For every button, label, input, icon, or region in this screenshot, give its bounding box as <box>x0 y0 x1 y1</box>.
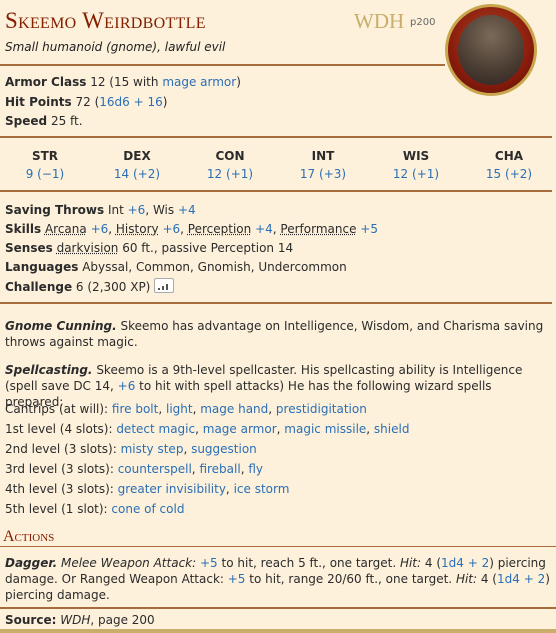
portrait-face <box>458 15 524 85</box>
skill-roll[interactable]: +6 <box>162 222 180 236</box>
mage-armor-link[interactable]: mage armor <box>162 75 236 89</box>
skill-roll[interactable]: +6 <box>91 222 109 236</box>
attack-roll[interactable]: +5 <box>228 572 246 586</box>
spell-link[interactable]: light <box>166 402 193 416</box>
creature-portrait[interactable] <box>445 4 537 96</box>
ability-scores: STR 9 (−1) DEX 14 (+2) CON 12 (+1) INT 17 (+… <box>0 149 556 183</box>
skill-name[interactable]: Performance <box>280 222 356 236</box>
spell-link[interactable]: mage hand <box>200 402 268 416</box>
divider <box>0 607 556 609</box>
languages-row: Languages Abyssal, Common, Gnomish, Unde… <box>5 260 347 274</box>
spell-link[interactable]: mage armor <box>203 422 277 436</box>
spell-link[interactable]: magic missile <box>284 422 366 436</box>
darkvision-term[interactable]: darkvision <box>57 241 119 255</box>
spell-level-row: Cantrips (at will): fire bolt, light, ma… <box>5 402 367 416</box>
spell-level-row: 4th level (3 slots): greater invisibilit… <box>5 482 290 496</box>
divider <box>0 302 552 304</box>
spell-level-row: 3rd level (3 slots): counterspell, fireb… <box>5 462 263 476</box>
spell-level-row: 5th level (1 slot): cone of cold <box>5 502 185 516</box>
skill-roll[interactable]: +4 <box>255 222 273 236</box>
creature-type: Small humanoid (gnome), lawful evil <box>5 40 226 54</box>
bar-chart-icon[interactable] <box>154 278 175 293</box>
ability-con: CON 12 (+1) <box>195 149 265 181</box>
spell-link[interactable]: counterspell <box>118 462 192 476</box>
armor-class-row: Armor Class 12 (15 with mage armor) <box>5 75 241 89</box>
gnome-cunning-trait: Gnome Cunning. Skeemo has advantage on I… <box>5 319 544 349</box>
int-save-roll[interactable]: +6 <box>128 203 146 217</box>
hit-points-row: Hit Points 72 (16d6 + 16) <box>5 95 168 109</box>
source-row: Source: WDH, page 200 <box>5 613 155 627</box>
damage-roll[interactable]: 1d4 + 2 <box>497 572 545 586</box>
spell-link[interactable]: fire bolt <box>112 402 158 416</box>
skill-name[interactable]: Arcana <box>45 222 87 236</box>
spell-link[interactable]: prestidigitation <box>276 402 367 416</box>
wis-save-roll[interactable]: +4 <box>178 203 196 217</box>
ability-str: STR 9 (−1) <box>10 149 80 181</box>
hit-dice-roll[interactable]: 16d6 + 16 <box>99 95 162 109</box>
spell-link[interactable]: fireball <box>199 462 240 476</box>
ability-roll[interactable]: 9 (−1) <box>10 167 80 181</box>
spell-level-row: 2nd level (3 slots): misty step, suggest… <box>5 442 257 456</box>
ability-roll[interactable]: 17 (+3) <box>288 167 358 181</box>
spell-link[interactable]: suggestion <box>191 442 257 456</box>
divider <box>0 546 556 547</box>
ability-dex: DEX 14 (+2) <box>102 149 172 181</box>
speed-row: Speed 25 ft. <box>5 114 83 128</box>
skills-row: Skills Arcana +6, History +6, Perception… <box>5 222 378 236</box>
ability-roll[interactable]: 12 (+1) <box>195 167 265 181</box>
source-abbreviation[interactable]: WDH <box>354 9 404 34</box>
senses-row: Senses darkvision 60 ft., passive Percep… <box>5 241 294 255</box>
challenge-row: Challenge 6 (2,300 XP) <box>5 278 175 295</box>
spell-attack-roll[interactable]: +6 <box>118 379 136 393</box>
skill-roll[interactable]: +5 <box>360 222 378 236</box>
skill-name[interactable]: Perception <box>188 222 251 236</box>
spell-link[interactable]: cone of cold <box>111 502 184 516</box>
spell-link[interactable]: fly <box>248 462 263 476</box>
ability-wis: WIS 12 (+1) <box>381 149 451 181</box>
ability-roll[interactable]: 15 (+2) <box>474 167 544 181</box>
statblock-card: Skeemo Weirdbottle WDH p200 Small humano… <box>0 0 556 633</box>
divider <box>0 136 552 138</box>
spell-link[interactable]: ice storm <box>234 482 290 496</box>
skill-name[interactable]: History <box>116 222 159 236</box>
saving-throws-row: Saving Throws Int +6, Wis +4 <box>5 203 196 217</box>
source-book[interactable]: WDH <box>60 613 90 627</box>
divider <box>0 64 445 66</box>
damage-roll[interactable]: 1d4 + 2 <box>441 556 489 570</box>
ability-roll[interactable]: 14 (+2) <box>102 167 172 181</box>
ability-int: INT 17 (+3) <box>288 149 358 181</box>
spell-link[interactable]: misty step <box>121 442 184 456</box>
ability-cha: CHA 15 (+2) <box>474 149 544 181</box>
source-page: p200 <box>410 17 436 28</box>
bottom-border <box>0 629 556 633</box>
spell-link[interactable]: shield <box>374 422 410 436</box>
actions-heading: Actions <box>3 528 55 545</box>
spell-level-row: 1st level (4 slots): detect magic, mage … <box>5 422 410 436</box>
creature-name: Skeemo Weirdbottle <box>5 8 206 33</box>
divider <box>0 190 552 192</box>
spell-link[interactable]: greater invisibility <box>118 482 226 496</box>
dagger-action: Dagger. Melee Weapon Attack: +5 to hit, … <box>5 556 550 602</box>
attack-roll[interactable]: +5 <box>200 556 218 570</box>
spell-link[interactable]: detect magic <box>116 422 195 436</box>
ability-roll[interactable]: 12 (+1) <box>381 167 451 181</box>
